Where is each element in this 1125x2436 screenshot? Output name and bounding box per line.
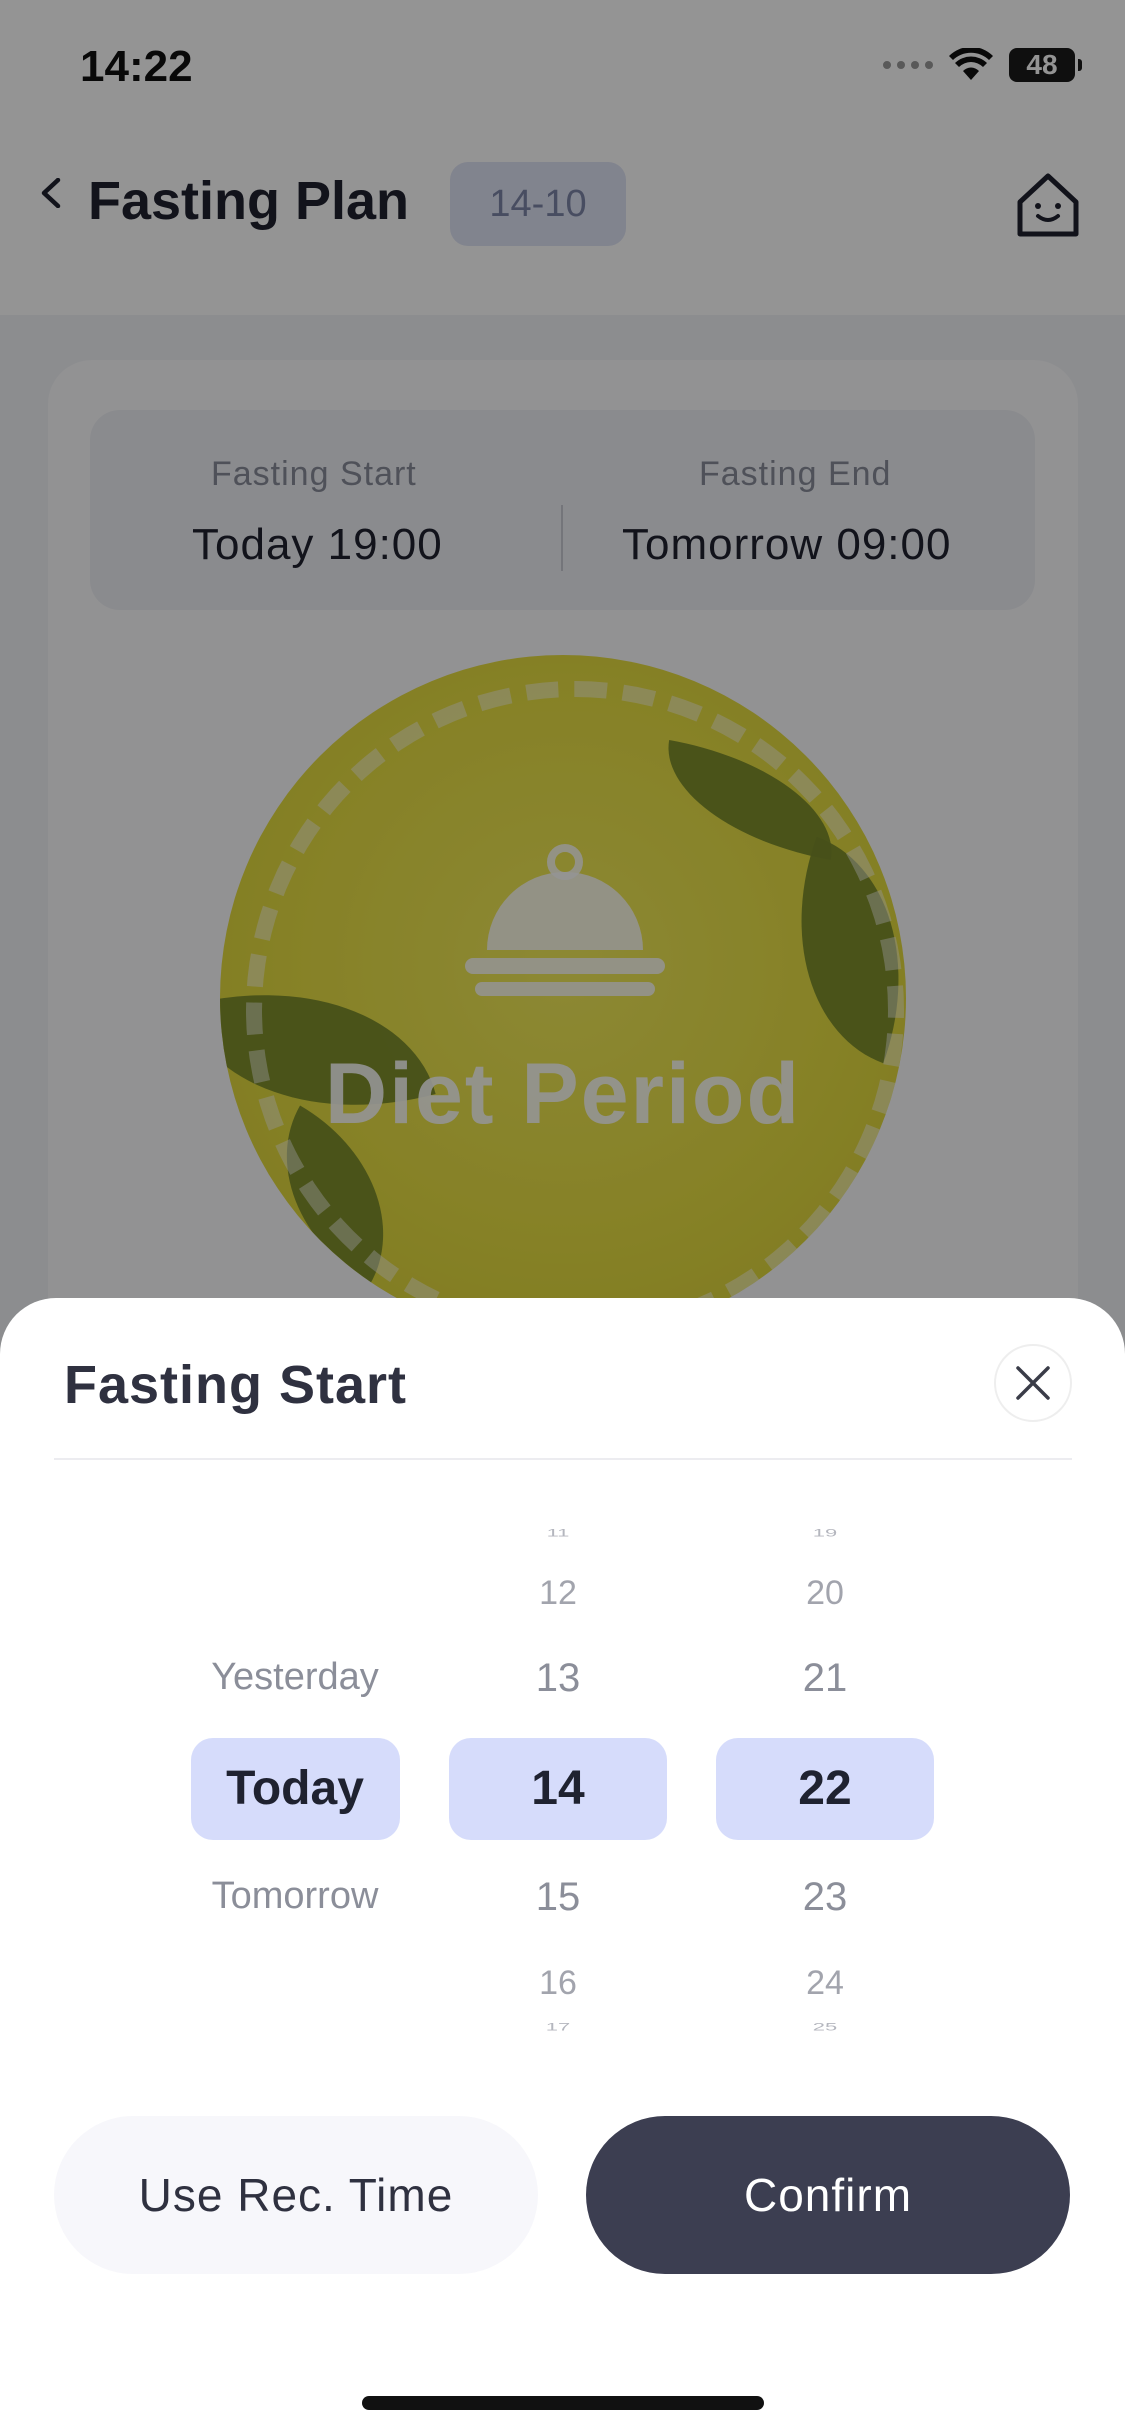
minute-option[interactable]: 20: [716, 1574, 934, 1613]
hour-option[interactable]: 12: [449, 1574, 667, 1613]
minute-option-selected[interactable]: 22: [716, 1761, 934, 1816]
hour-option-selected[interactable]: 14: [449, 1761, 667, 1816]
hour-option[interactable]: 16: [449, 1964, 667, 2003]
close-icon: [1016, 1366, 1050, 1400]
hour-option[interactable]: 11: [449, 1527, 667, 1540]
day-option[interactable]: Yesterday: [160, 1656, 430, 1699]
minute-option[interactable]: 25: [716, 2021, 934, 2034]
day-option[interactable]: Tomorrow: [160, 1875, 430, 1918]
day-option-selected[interactable]: Today: [160, 1761, 430, 1816]
minute-option[interactable]: 24: [716, 1964, 934, 2003]
confirm-button[interactable]: Confirm: [586, 2116, 1070, 2274]
hour-option[interactable]: 13: [449, 1656, 667, 1701]
sheet-title: Fasting Start: [64, 1355, 408, 1415]
close-button[interactable]: [994, 1344, 1072, 1422]
home-indicator: [362, 2396, 764, 2410]
hour-option[interactable]: 17: [449, 2021, 667, 2034]
hour-option[interactable]: 15: [449, 1875, 667, 1920]
minute-option[interactable]: 19: [716, 1527, 934, 1540]
sheet-divider: [54, 1458, 1072, 1460]
minute-option[interactable]: 21: [716, 1656, 934, 1701]
use-recommended-time-button[interactable]: Use Rec. Time: [54, 2116, 538, 2274]
fasting-start-sheet: Fasting Start Yesterday Today Tomorrow 1…: [0, 1298, 1125, 2436]
minute-option[interactable]: 23: [716, 1875, 934, 1920]
